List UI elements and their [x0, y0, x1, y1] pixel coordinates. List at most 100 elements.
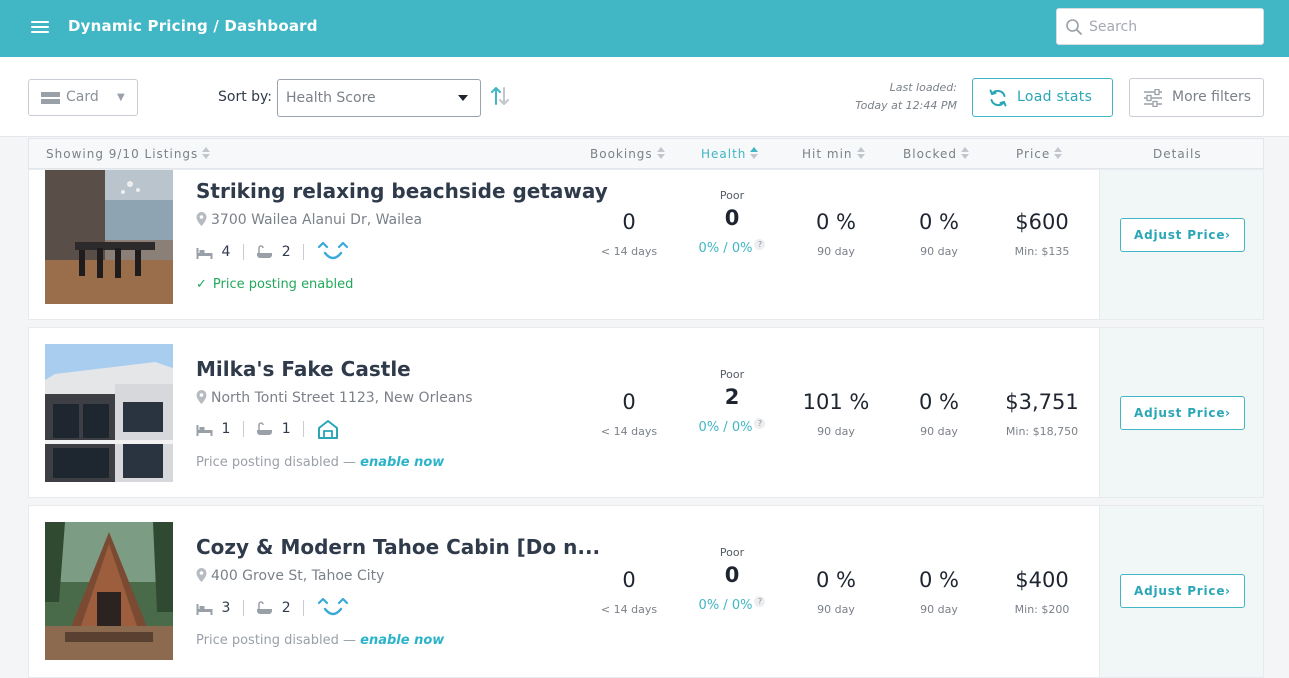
- showing-count: Showing 9/10 Listings: [46, 147, 199, 161]
- column-showing[interactable]: Showing 9/10 Listings: [46, 147, 211, 161]
- location-pin-icon: [196, 212, 207, 226]
- bed-icon: [196, 424, 213, 436]
- hamburger-menu-icon[interactable]: [31, 18, 51, 38]
- health-metric: Poor 0 0% / 0%?: [682, 189, 782, 256]
- bed-count: 4: [221, 244, 231, 260]
- health-value: 0: [724, 563, 740, 587]
- adjust-price-label: Adjust Price: [1134, 584, 1226, 598]
- health-sub-text: 0% / 0%: [698, 598, 753, 613]
- column-price[interactable]: Price: [1016, 147, 1063, 161]
- listing-address-text: 3700 Wailea Alanui Dr, Wailea: [211, 212, 423, 228]
- sort-select[interactable]: Health Score: [277, 79, 481, 117]
- listing-card[interactable]: Striking relaxing beachside getaway 3700…: [28, 169, 1264, 320]
- sort-arrows-icon: [856, 147, 865, 159]
- health-label: Poor: [719, 546, 745, 559]
- column-health[interactable]: Health: [701, 147, 759, 161]
- listing-title[interactable]: Milka's Fake Castle: [196, 357, 411, 381]
- price-header: Price: [1016, 147, 1051, 161]
- adjust-price-button[interactable]: Adjust Price ›: [1120, 574, 1245, 608]
- sort-by-label: Sort by:: [218, 89, 273, 105]
- price-posting-status: Price posting disabled — enable now: [196, 633, 444, 648]
- sort-arrows-icon: [656, 147, 665, 159]
- bed-icon: [196, 247, 213, 259]
- listing-card[interactable]: Milka's Fake Castle North Tonti Street 1…: [28, 327, 1264, 498]
- divider: [242, 600, 244, 616]
- load-stats-button[interactable]: Load stats: [972, 78, 1113, 117]
- health-value: 2: [724, 385, 740, 409]
- bath-count: 1: [281, 421, 291, 437]
- column-details: Details: [1153, 147, 1202, 161]
- bed-count: 3: [221, 600, 231, 616]
- health-metric: Poor 2 0% / 0%?: [682, 368, 782, 435]
- listing-address: 3700 Wailea Alanui Dr, Wailea: [196, 212, 422, 228]
- bookings-sub: < 14 days: [600, 603, 658, 616]
- divider: [303, 421, 305, 437]
- sort-select-value: Health Score: [286, 90, 376, 106]
- price-metric: $400 Min: $200: [992, 568, 1092, 616]
- health-sub: 0% / 0%?: [682, 418, 782, 435]
- adjust-price-button[interactable]: Adjust Price ›: [1120, 218, 1245, 252]
- bookings-metric: 0 < 14 days: [579, 390, 679, 438]
- bath-icon: [257, 245, 273, 258]
- more-filters-label: More filters: [1172, 89, 1252, 105]
- adjust-price-button[interactable]: Adjust Price ›: [1120, 396, 1245, 430]
- divider: [242, 244, 244, 260]
- health-metric: Poor 0 0% / 0%?: [682, 546, 782, 613]
- blocked-value: 0 %: [919, 568, 959, 592]
- column-bookings[interactable]: Bookings: [590, 147, 665, 161]
- blocked-sub: 90 day: [920, 603, 958, 616]
- sort-direction-icon[interactable]: [489, 84, 511, 108]
- search-icon: [1066, 19, 1082, 35]
- health-sub-text: 0% / 0%: [698, 241, 753, 256]
- bookings-metric: 0 < 14 days: [579, 210, 679, 258]
- listing-amenities: 3 2: [196, 597, 349, 619]
- listing-title[interactable]: Striking relaxing beachside getaway: [196, 179, 608, 203]
- hit-min-sub: 90 day: [817, 245, 855, 258]
- enable-now-link[interactable]: enable now: [360, 633, 444, 648]
- enable-now-link[interactable]: enable now: [360, 455, 444, 470]
- column-blocked[interactable]: Blocked: [903, 147, 970, 161]
- divider: [242, 421, 244, 437]
- column-hit-min[interactable]: Hit min: [802, 147, 865, 161]
- search-input[interactable]: [1089, 16, 1257, 38]
- blocked-value: 0 %: [919, 210, 959, 234]
- smile-channel-icon: [317, 241, 348, 260]
- home-channel-icon: [317, 420, 338, 439]
- help-icon[interactable]: ?: [754, 418, 766, 429]
- blocked-sub: 90 day: [920, 245, 958, 258]
- listing-card[interactable]: Cozy & Modern Tahoe Cabin [Do n... 400 G…: [28, 505, 1264, 678]
- listing-amenities: 1 1: [196, 419, 339, 441]
- search-box[interactable]: [1056, 8, 1264, 45]
- listing-address-text: 400 Grove St, Tahoe City: [211, 568, 385, 584]
- help-icon[interactable]: ?: [754, 596, 766, 607]
- bookings-header: Bookings: [590, 147, 653, 161]
- bed-count: 1: [221, 421, 231, 437]
- hit-min-sub: 90 day: [817, 425, 855, 438]
- hit-min-value: 0 %: [816, 568, 856, 592]
- blocked-value: 0 %: [919, 390, 959, 414]
- listing-photo[interactable]: [45, 522, 173, 660]
- hit-min-metric: 0 % 90 day: [786, 568, 886, 616]
- chevron-right-icon: ›: [1225, 584, 1230, 598]
- sliders-icon: [1144, 89, 1162, 107]
- listing-photo[interactable]: [45, 344, 173, 482]
- health-sub: 0% / 0%?: [682, 239, 782, 256]
- view-mode-select[interactable]: Card ▼: [28, 79, 138, 116]
- health-sub: 0% / 0%?: [682, 596, 782, 613]
- divider: [303, 600, 305, 616]
- bookings-value: 0: [622, 568, 636, 592]
- bookings-metric: 0 < 14 days: [579, 568, 679, 616]
- listing-photo[interactable]: [45, 170, 173, 304]
- more-filters-button[interactable]: More filters: [1129, 78, 1264, 117]
- listing-title[interactable]: Cozy & Modern Tahoe Cabin [Do n...: [196, 535, 600, 559]
- posting-status-text: Price posting disabled —: [196, 455, 357, 470]
- bookings-sub: < 14 days: [600, 425, 658, 438]
- health-label: Poor: [719, 368, 745, 381]
- price-metric: $600 Min: $135: [992, 210, 1092, 258]
- price-min: Min: $200: [1014, 603, 1070, 616]
- caret-down-icon: [458, 95, 468, 101]
- smile-channel-icon: [317, 597, 348, 616]
- help-icon[interactable]: ?: [754, 239, 766, 250]
- view-mode-label: Card: [66, 89, 99, 105]
- listing-amenities: 4 2: [196, 241, 349, 263]
